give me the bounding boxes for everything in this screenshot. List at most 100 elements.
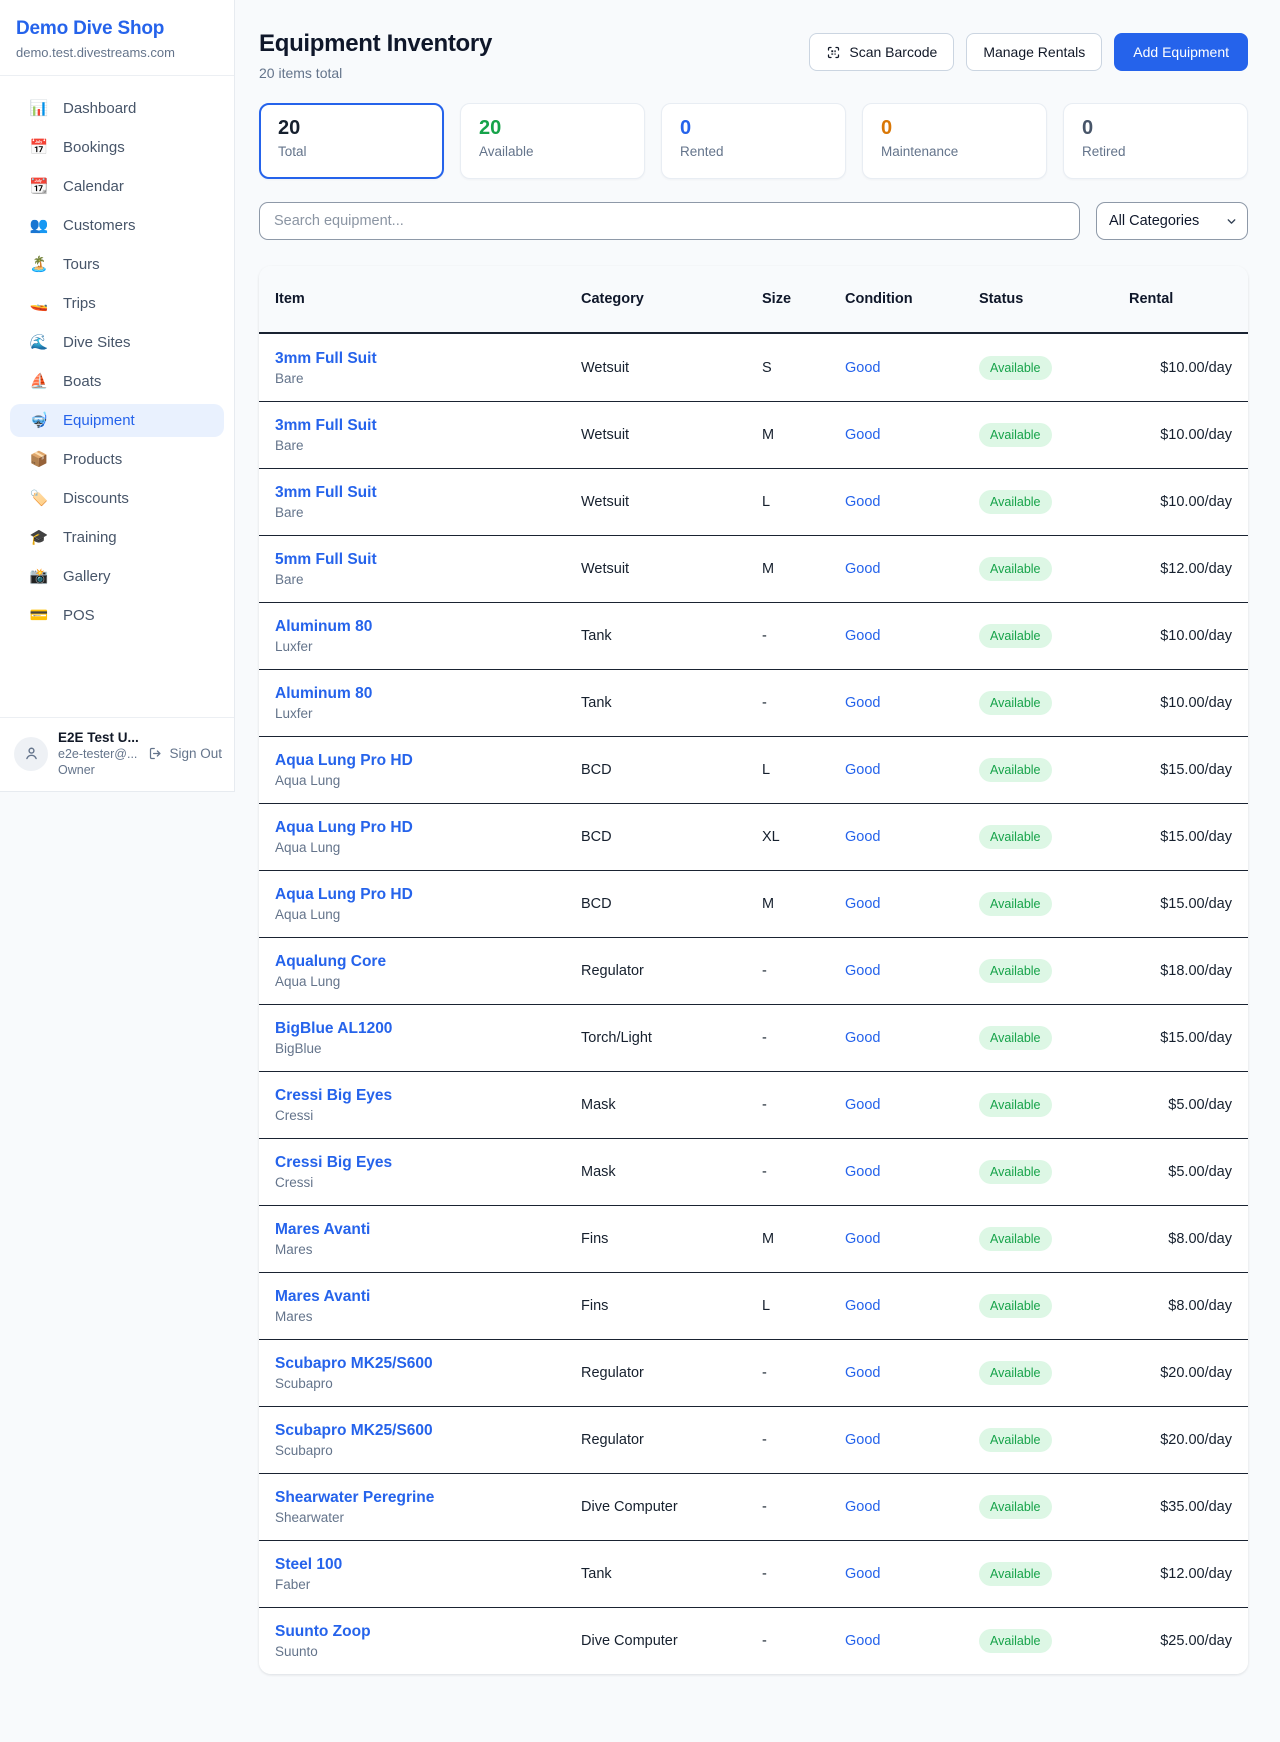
stat-card-maintenance[interactable]: 0 Maintenance [862,103,1047,179]
sign-out-button[interactable]: Sign Out [148,746,222,761]
table-row[interactable]: Aqualung Core Aqua Lung Regulator - Good… [259,937,1248,1004]
sidebar-item-products[interactable]: 📦 Products [10,443,224,476]
item-name-link[interactable]: Mares Avanti [275,1288,581,1306]
brand-name[interactable]: Demo Dive Shop [16,18,218,40]
table-row[interactable]: Aluminum 80 Luxfer Tank - Good Available… [259,602,1248,669]
item-name-link[interactable]: Aqua Lung Pro HD [275,886,581,904]
manage-rentals-label: Manage Rentals [983,44,1085,60]
item-rental-price: $8.00/day [1129,1298,1248,1314]
item-name-link[interactable]: Aqualung Core [275,953,581,971]
table-row[interactable]: Suunto Zoop Suunto Dive Computer - Good … [259,1607,1248,1674]
sidebar-item-customers[interactable]: 👥 Customers [10,209,224,242]
manage-rentals-button[interactable]: Manage Rentals [966,33,1102,71]
table-row[interactable]: Aqua Lung Pro HD Aqua Lung BCD XL Good A… [259,803,1248,870]
table-row[interactable]: Aqua Lung Pro HD Aqua Lung BCD M Good Av… [259,870,1248,937]
sidebar-item-pos[interactable]: 💳 POS [10,599,224,632]
item-condition-link[interactable]: Good [845,360,979,376]
item-condition-link[interactable]: Good [845,427,979,443]
scan-barcode-label: Scan Barcode [849,44,937,60]
item-condition-link[interactable]: Good [845,1499,979,1515]
item-name-link[interactable]: Aqua Lung Pro HD [275,752,581,770]
item-condition-link[interactable]: Good [845,1365,979,1381]
status-badge: Available [979,691,1052,715]
item-name-link[interactable]: Aqua Lung Pro HD [275,819,581,837]
stat-card-total[interactable]: 20 Total [259,103,444,179]
table-row[interactable]: BigBlue AL1200 BigBlue Torch/Light - Goo… [259,1004,1248,1071]
item-name-link[interactable]: Steel 100 [275,1556,581,1574]
stat-card-retired[interactable]: 0 Retired [1063,103,1248,179]
stat-card-rented[interactable]: 0 Rented [661,103,846,179]
table-row[interactable]: Mares Avanti Mares Fins L Good Available… [259,1272,1248,1339]
stat-card-available[interactable]: 20 Available [460,103,645,179]
item-name-link[interactable]: Cressi Big Eyes [275,1087,581,1105]
table-row[interactable]: Mares Avanti Mares Fins M Good Available… [259,1205,1248,1272]
item-condition-link[interactable]: Good [845,1566,979,1582]
item-name-link[interactable]: Cressi Big Eyes [275,1154,581,1172]
item-condition-link[interactable]: Good [845,1030,979,1046]
item-name-link[interactable]: Shearwater Peregrine [275,1489,581,1507]
table-row[interactable]: 3mm Full Suit Bare Wetsuit L Good Availa… [259,468,1248,535]
table-row[interactable]: Shearwater Peregrine Shearwater Dive Com… [259,1473,1248,1540]
table-row[interactable]: Cressi Big Eyes Cressi Mask - Good Avail… [259,1138,1248,1205]
item-condition-link[interactable]: Good [845,494,979,510]
item-condition-link[interactable]: Good [845,1432,979,1448]
table-row[interactable]: Cressi Big Eyes Cressi Mask - Good Avail… [259,1071,1248,1138]
table-row[interactable]: Scubapro MK25/S600 Scubapro Regulator - … [259,1339,1248,1406]
item-rental-price: $20.00/day [1129,1432,1248,1448]
item-name-link[interactable]: 3mm Full Suit [275,484,581,502]
item-cell: 5mm Full Suit Bare [259,551,581,587]
column-header-rental[interactable]: Rental [1129,291,1248,307]
status-badge: Available [979,1227,1052,1251]
item-condition-link[interactable]: Good [845,896,979,912]
item-name-link[interactable]: Scubapro MK25/S600 [275,1422,581,1440]
search-input[interactable] [259,202,1080,240]
item-condition-link[interactable]: Good [845,963,979,979]
table-row[interactable]: Steel 100 Faber Tank - Good Available $1… [259,1540,1248,1607]
item-condition-link[interactable]: Good [845,1097,979,1113]
item-condition-link[interactable]: Good [845,1231,979,1247]
sidebar-item-boats[interactable]: ⛵ Boats [10,365,224,398]
item-name-link[interactable]: Scubapro MK25/S600 [275,1355,581,1373]
item-name-link[interactable]: Aluminum 80 [275,618,581,636]
item-name-link[interactable]: BigBlue AL1200 [275,1020,581,1038]
item-condition-link[interactable]: Good [845,762,979,778]
column-header-size[interactable]: Size [762,291,845,307]
table-row[interactable]: 3mm Full Suit Bare Wetsuit S Good Availa… [259,334,1248,401]
item-condition-link[interactable]: Good [845,1633,979,1649]
sidebar-item-bookings[interactable]: 📅 Bookings [10,131,224,164]
column-header-category[interactable]: Category [581,291,762,307]
item-name-link[interactable]: Mares Avanti [275,1221,581,1239]
item-condition-link[interactable]: Good [845,628,979,644]
item-name-link[interactable]: 5mm Full Suit [275,551,581,569]
item-condition-link[interactable]: Good [845,1298,979,1314]
sidebar-item-training[interactable]: 🎓 Training [10,521,224,554]
item-rental-price: $12.00/day [1129,1566,1248,1582]
table-row[interactable]: 3mm Full Suit Bare Wetsuit M Good Availa… [259,401,1248,468]
sidebar-item-equipment[interactable]: 🤿 Equipment [10,404,224,437]
table-row[interactable]: Scubapro MK25/S600 Scubapro Regulator - … [259,1406,1248,1473]
add-equipment-button[interactable]: Add Equipment [1114,33,1248,71]
item-name-link[interactable]: Aluminum 80 [275,685,581,703]
table-row[interactable]: Aluminum 80 Luxfer Tank - Good Available… [259,669,1248,736]
sidebar-item-discounts[interactable]: 🏷️ Discounts [10,482,224,515]
table-row[interactable]: 5mm Full Suit Bare Wetsuit M Good Availa… [259,535,1248,602]
category-select[interactable]: All Categories [1096,202,1248,240]
table-row[interactable]: Aqua Lung Pro HD Aqua Lung BCD L Good Av… [259,736,1248,803]
sidebar-item-dive-sites[interactable]: 🌊 Dive Sites [10,326,224,359]
item-condition-link[interactable]: Good [845,695,979,711]
sidebar-item-trips[interactable]: 🚤 Trips [10,287,224,320]
item-condition-link[interactable]: Good [845,829,979,845]
item-condition-link[interactable]: Good [845,561,979,577]
item-name-link[interactable]: 3mm Full Suit [275,350,581,368]
column-header-status[interactable]: Status [979,291,1129,307]
item-name-link[interactable]: 3mm Full Suit [275,417,581,435]
item-condition-link[interactable]: Good [845,1164,979,1180]
column-header-condition[interactable]: Condition [845,291,979,307]
column-header-item[interactable]: Item [259,291,581,307]
sidebar-item-gallery[interactable]: 📸 Gallery [10,560,224,593]
sidebar-item-dashboard[interactable]: 📊 Dashboard [10,92,224,125]
item-name-link[interactable]: Suunto Zoop [275,1623,581,1641]
scan-barcode-button[interactable]: Scan Barcode [809,33,954,71]
sidebar-item-calendar[interactable]: 📆 Calendar [10,170,224,203]
sidebar-item-tours[interactable]: 🏝️ Tours [10,248,224,281]
